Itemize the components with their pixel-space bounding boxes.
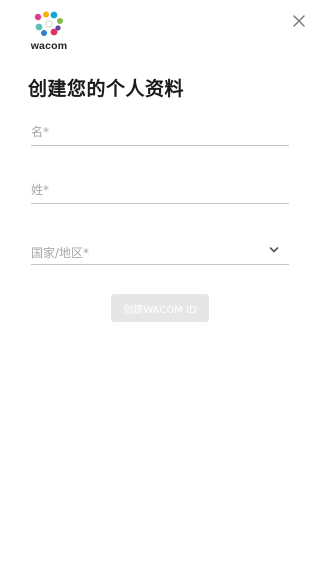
close-icon [293,15,305,27]
country-select[interactable]: 国家/地区* [31,238,289,265]
page-title: 创建您的个人资料 [28,78,185,100]
wacom-logo: wacom [27,11,71,53]
wacom-logo-mark [34,11,63,36]
country-select-label: 国家/地区* [31,246,90,260]
last-name-input[interactable] [31,177,289,203]
chevron-down-icon [269,247,279,253]
create-wacom-id-button[interactable]: 创建WACOM ID [111,294,209,322]
last-name-field-container [31,177,289,204]
first-name-input[interactable] [31,119,289,145]
close-button[interactable] [292,13,306,27]
first-name-field-container [31,119,289,146]
logo-text: wacom [30,40,68,52]
